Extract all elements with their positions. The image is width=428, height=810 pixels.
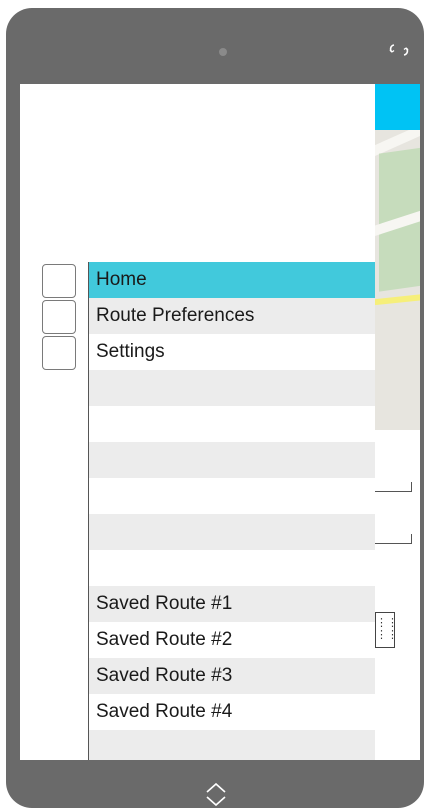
drawer-icon-column (42, 264, 78, 372)
menu-item-empty[interactable] (89, 514, 375, 550)
menu-item[interactable]: Route Preferences (89, 298, 375, 334)
map-tiles[interactable] (375, 130, 420, 430)
menu-item-empty[interactable] (89, 370, 375, 406)
menu-item-empty[interactable] (89, 730, 375, 760)
menu-item[interactable]: Saved Route #1 (89, 586, 375, 622)
home-icon[interactable] (42, 264, 76, 298)
app-screen: ⋮⋮ ⋮⋮ Home Route Preferences Settings Saved … (20, 84, 420, 760)
map-header-bar (375, 84, 420, 130)
map-view[interactable]: ⋮⋮ ⋮⋮ (375, 84, 420, 760)
menu-item[interactable]: Home (89, 262, 375, 298)
route-preferences-icon[interactable] (42, 300, 76, 334)
rotate-icon[interactable] (382, 38, 416, 62)
camera-icon (219, 48, 227, 56)
settings-icon[interactable] (42, 336, 76, 370)
navigation-drawer: Home Route Preferences Settings Saved Route… (20, 84, 375, 760)
menu-item-empty[interactable] (89, 478, 375, 514)
input-field-edge[interactable] (375, 534, 412, 544)
menu-item-empty[interactable] (89, 406, 375, 442)
drawer-menu-list: Home Route Preferences Settings Saved Route… (88, 262, 375, 760)
menu-item-empty[interactable] (89, 442, 375, 478)
menu-item[interactable]: Saved Route #3 (89, 658, 375, 694)
map-highway (375, 291, 420, 307)
grid-icon[interactable]: ⋮⋮ ⋮⋮ (375, 612, 398, 648)
chevron-up-down-icon[interactable] (204, 780, 228, 808)
menu-item-empty[interactable] (89, 550, 375, 586)
menu-item[interactable]: Saved Route #2 (89, 622, 375, 658)
menu-item[interactable]: Settings (89, 334, 375, 370)
phone-frame: ⋮⋮ ⋮⋮ Home Route Preferences Settings Saved … (6, 8, 424, 808)
menu-item[interactable]: Saved Route #4 (89, 694, 375, 730)
input-field-edge[interactable] (375, 482, 412, 492)
